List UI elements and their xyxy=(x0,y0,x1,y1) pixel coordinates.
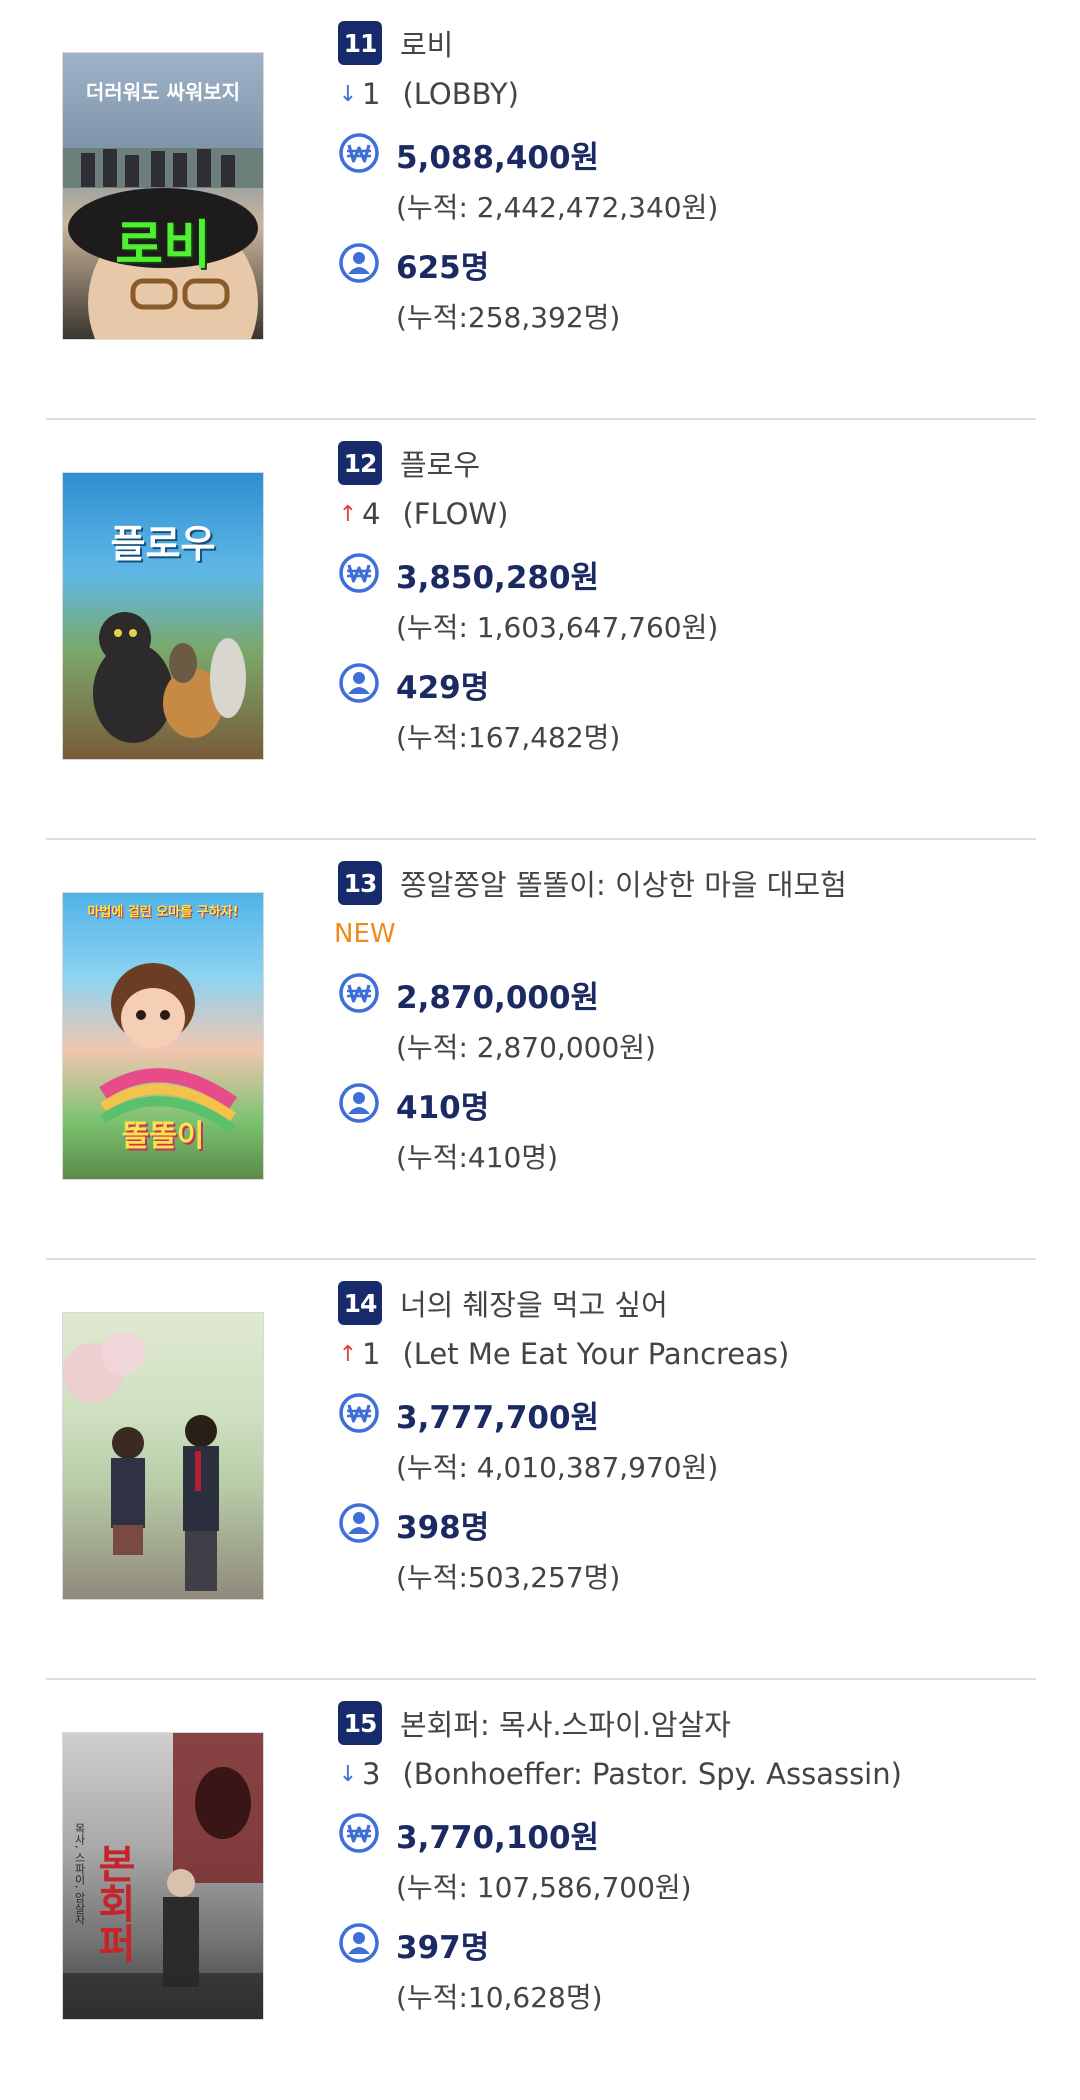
poster-subtitle: 더러워도 싸워보지 xyxy=(85,80,241,104)
rank-badge: 14 xyxy=(338,1281,382,1325)
poster-subtitle: 마법에 걸린 오마를 구하자! xyxy=(87,905,239,920)
person-circle-icon xyxy=(339,1083,379,1123)
daily-revenue: 2,870,000원 xyxy=(396,980,600,1016)
title-row: 11 로비 xyxy=(338,20,453,66)
poster-title: 로비 xyxy=(115,216,211,276)
arrow-down-icon: ↓ xyxy=(338,81,358,107)
title-row: 13 쫑알쫑알 똘똘이: 이상한 마을 대모험 xyxy=(338,860,847,906)
rank-change-value: 4 xyxy=(362,497,381,531)
won-circle-icon xyxy=(339,1393,379,1433)
cumulative-revenue: (누적: 1,603,647,760원) xyxy=(396,611,719,644)
boxoffice-list: 더러워도 싸워보지 로비 11 로비 ↓ 1 (LOBBY) 5,088,400… xyxy=(0,0,1080,2100)
cumulative-audience: (누적:410명) xyxy=(396,1141,559,1174)
original-title: (LOBBY) xyxy=(402,77,519,111)
person-circle-icon xyxy=(339,1503,379,1543)
arrow-down-icon: ↓ xyxy=(338,1761,358,1787)
rank-change-value: 3 xyxy=(362,1757,381,1791)
daily-revenue: 5,088,400원 xyxy=(396,140,600,176)
original-title: (Bonhoeffer: Pastor. Spy. Assassin) xyxy=(402,1757,902,1791)
movie-poster[interactable]: 더러워도 싸워보지 로비 xyxy=(62,52,264,340)
original-title: (FLOW) xyxy=(402,497,509,531)
daily-audience: 397명 xyxy=(396,1930,490,1966)
movie-title[interactable]: 플로우 xyxy=(400,442,480,484)
cumulative-revenue: (누적: 2,442,472,340원) xyxy=(396,191,719,224)
daily-audience: 410명 xyxy=(396,1090,490,1126)
list-item[interactable]: 더러워도 싸워보지 로비 11 로비 ↓ 1 (LOBBY) 5,088,400… xyxy=(0,0,1080,420)
arrow-up-icon: ↑ xyxy=(338,1341,358,1367)
movie-poster[interactable]: 마법에 걸린 오마를 구하자! 똘똘이 xyxy=(62,892,264,1180)
rank-change-row: ↓ 3 (Bonhoeffer: Pastor. Spy. Assassin) xyxy=(338,1754,902,1794)
rank-change-row: ↓ 1 (LOBBY) xyxy=(338,74,519,114)
rank-change-value: 1 xyxy=(362,1337,381,1371)
rank-change-row: NEW xyxy=(334,914,396,954)
movie-poster[interactable] xyxy=(62,1312,264,1600)
daily-audience: 625명 xyxy=(396,250,490,286)
daily-revenue: 3,850,280원 xyxy=(396,560,600,596)
title-row: 14 너의 췌장을 먹고 싶어 xyxy=(338,1280,668,1326)
poster-title: 똘똘이 xyxy=(121,1119,205,1154)
cumulative-audience: (누적:258,392명) xyxy=(396,301,621,334)
rank-change-value: 1 xyxy=(362,77,381,111)
person-circle-icon xyxy=(339,243,379,283)
person-circle-icon xyxy=(339,1923,379,1963)
won-circle-icon xyxy=(339,553,379,593)
won-circle-icon xyxy=(339,133,379,173)
poster-art xyxy=(63,1331,219,1591)
movie-title[interactable]: 너의 췌장을 먹고 싶어 xyxy=(400,1282,668,1324)
daily-revenue: 3,777,700원 xyxy=(396,1400,600,1436)
cumulative-audience: (누적:10,628명) xyxy=(396,1981,603,2014)
title-row: 12 플로우 xyxy=(338,440,480,486)
daily-audience: 429명 xyxy=(396,670,490,706)
new-badge: NEW xyxy=(334,919,396,949)
daily-revenue: 3,770,100원 xyxy=(396,1820,600,1856)
list-item[interactable]: 본회퍼 목사, 스파이, 암살자 15 본회퍼: 목사.스파이.암살자 ↓ 3 … xyxy=(0,1680,1080,2100)
won-circle-icon xyxy=(339,1813,379,1853)
movie-title[interactable]: 쫑알쫑알 똘똘이: 이상한 마을 대모험 xyxy=(400,862,847,904)
original-title: (Let Me Eat Your Pancreas) xyxy=(402,1337,790,1371)
cumulative-revenue: (누적: 2,870,000원) xyxy=(396,1031,656,1064)
rank-change-row: ↑ 4 (FLOW) xyxy=(338,494,509,534)
movie-title[interactable]: 로비 xyxy=(400,22,453,64)
daily-audience: 398명 xyxy=(396,1510,490,1546)
movie-title[interactable]: 본회퍼: 목사.스파이.암살자 xyxy=(400,1702,731,1744)
poster-title: 플로우 xyxy=(110,522,216,566)
rank-badge: 12 xyxy=(338,441,382,485)
won-circle-icon xyxy=(339,973,379,1013)
cumulative-audience: (누적:167,482명) xyxy=(396,721,621,754)
rank-badge: 11 xyxy=(338,21,382,65)
movie-poster[interactable]: 플로우 xyxy=(62,472,264,760)
poster-subtitle: 목사, 스파이, 암살자 xyxy=(73,1823,86,1925)
list-item[interactable]: 마법에 걸린 오마를 구하자! 똘똘이 13 쫑알쫑알 똘똘이: 이상한 마을 … xyxy=(0,840,1080,1260)
list-item[interactable]: 14 너의 췌장을 먹고 싶어 ↑ 1 (Let Me Eat Your Pan… xyxy=(0,1260,1080,1680)
cumulative-revenue: (누적: 107,586,700원) xyxy=(396,1871,692,1904)
list-item[interactable]: 플로우 12 플로우 ↑ 4 (FLOW) 3,850,280원 (누적: 1,… xyxy=(0,420,1080,840)
cumulative-revenue: (누적: 4,010,387,970원) xyxy=(396,1451,719,1484)
rank-badge: 15 xyxy=(338,1701,382,1745)
rank-badge: 13 xyxy=(338,861,382,905)
rank-change-row: ↑ 1 (Let Me Eat Your Pancreas) xyxy=(338,1334,790,1374)
person-circle-icon xyxy=(339,663,379,703)
cumulative-audience: (누적:503,257명) xyxy=(396,1561,621,1594)
movie-poster[interactable]: 본회퍼 목사, 스파이, 암살자 xyxy=(62,1732,264,2020)
arrow-up-icon: ↑ xyxy=(338,501,358,527)
title-row: 15 본회퍼: 목사.스파이.암살자 xyxy=(338,1700,731,1746)
